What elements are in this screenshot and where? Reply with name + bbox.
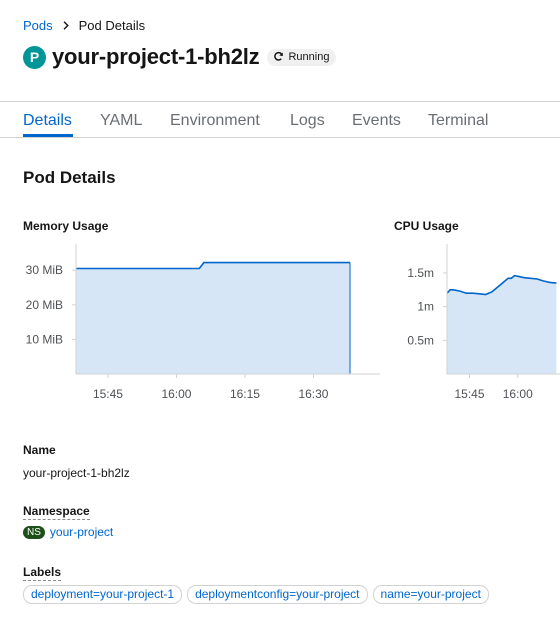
x-tick-label: 15:45	[93, 387, 123, 401]
sync-icon	[274, 51, 284, 61]
section-title: Pod Details	[23, 168, 116, 187]
tab-details[interactable]: Details	[23, 112, 72, 130]
tab-bar: Details YAML Environment Logs Events Ter…	[0, 101, 560, 138]
x-tick-label: 16:15	[230, 387, 260, 401]
active-tab-indicator	[23, 134, 73, 137]
pod-resource-badge: P	[23, 45, 46, 69]
breadcrumb-pods-link[interactable]: Pods	[23, 18, 53, 33]
tab-environment[interactable]: Environment	[170, 112, 260, 130]
namespace-link[interactable]: your-project	[50, 525, 113, 539]
name-value: your-project-1-bh2lz	[23, 466, 130, 480]
breadcrumb-current: Pod Details	[78, 18, 146, 33]
labels-list: deployment=your-project-1 deploymentconf…	[23, 585, 494, 604]
tab-logs[interactable]: Logs	[290, 112, 325, 130]
status-badge: Running	[267, 48, 337, 66]
y-tick-label: 20 MiB	[26, 298, 63, 312]
page-title: your-project-1-bh2lz	[52, 44, 260, 69]
x-tick-label: 16:30	[298, 387, 328, 401]
chevron-right-icon	[63, 21, 69, 30]
y-tick-label: 1m	[417, 300, 434, 314]
label-chip[interactable]: deploymentconfig=your-project	[187, 585, 368, 604]
tab-terminal[interactable]: Terminal	[428, 112, 488, 130]
y-tick-label: 1.5m	[407, 266, 434, 280]
memory-usage-chart: 10 MiB 20 MiB 30 MiB 15:45 16:00 16:15 16:30	[26, 244, 380, 401]
cpu-chart-title: CPU Usage	[394, 219, 459, 233]
x-tick-label: 15:45	[455, 387, 485, 401]
area-fill	[76, 262, 350, 374]
label-chip[interactable]: name=your-project	[372, 585, 489, 604]
area-fill	[447, 275, 557, 374]
labels-label: Labels	[23, 565, 62, 581]
tab-events[interactable]: Events	[352, 112, 401, 130]
y-tick-label: 30 MiB	[26, 263, 63, 277]
namespace-value-row: NS your-project	[23, 525, 113, 539]
y-tick-label: 10 MiB	[26, 332, 63, 346]
y-tick-label: 0.5m	[407, 333, 434, 347]
status-text: Running	[288, 50, 330, 63]
breadcrumb: Pods Pod Details	[23, 18, 145, 33]
memory-chart-title: Memory Usage	[23, 219, 109, 233]
x-tick-label: 16:00	[161, 387, 191, 401]
cpu-usage-chart: 0.5m 1m 1.5m 15:45 16:00	[407, 244, 560, 401]
page-header: P your-project-1-bh2lz Running	[23, 44, 337, 70]
tab-yaml[interactable]: YAML	[100, 112, 142, 130]
x-tick-label: 16:00	[503, 387, 533, 401]
label-chip[interactable]: deployment=your-project-1	[23, 585, 183, 604]
namespace-label: Namespace	[23, 504, 90, 520]
name-label: Name	[23, 443, 56, 457]
namespace-label-text[interactable]: Namespace	[23, 504, 90, 520]
namespace-badge: NS	[23, 525, 45, 539]
labels-label-text[interactable]: Labels	[23, 565, 62, 581]
